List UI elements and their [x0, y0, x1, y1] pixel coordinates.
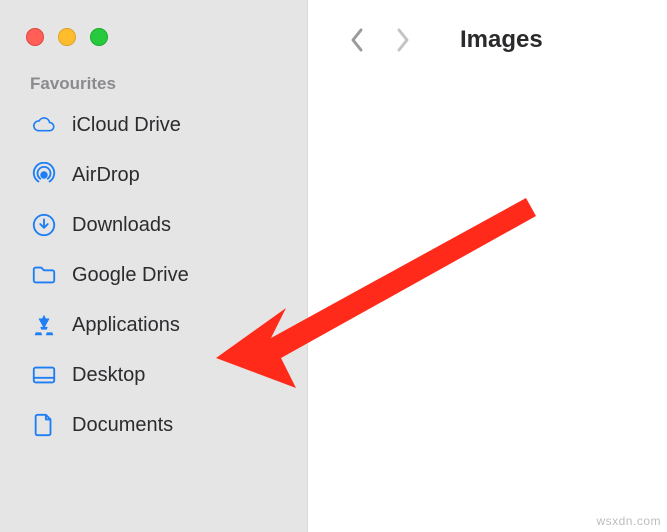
sidebar-item-downloads[interactable]: Downloads — [0, 200, 307, 250]
document-icon — [30, 411, 58, 439]
download-icon — [30, 211, 58, 239]
sidebar-item-icloud-drive[interactable]: iCloud Drive — [0, 100, 307, 150]
sidebar-item-desktop[interactable]: Desktop — [0, 350, 307, 400]
window-traffic-lights — [0, 20, 307, 46]
airdrop-icon — [30, 161, 58, 189]
sidebar-item-label: AirDrop — [72, 164, 140, 187]
content-area: Images — [308, 0, 667, 532]
sidebar-item-label: Downloads — [72, 214, 171, 237]
desktop-icon — [30, 361, 58, 389]
watermark: wsxdn.com — [596, 514, 661, 528]
sidebar: Favourites iCloud Drive AirDrop — [0, 0, 308, 532]
toolbar: Images — [308, 0, 667, 56]
sidebar-item-applications[interactable]: Applications — [0, 300, 307, 350]
appstore-icon — [30, 311, 58, 339]
nav-forward-button[interactable] — [392, 24, 414, 56]
sidebar-item-label: Applications — [72, 314, 180, 337]
sidebar-section-title: Favourites — [0, 74, 307, 100]
folder-icon — [30, 261, 58, 289]
cloud-icon — [30, 111, 58, 139]
sidebar-item-label: Documents — [72, 414, 173, 437]
minimize-window-button[interactable] — [58, 28, 76, 46]
nav-back-button[interactable] — [346, 24, 368, 56]
close-window-button[interactable] — [26, 28, 44, 46]
sidebar-item-documents[interactable]: Documents — [0, 400, 307, 450]
sidebar-item-label: iCloud Drive — [72, 114, 181, 137]
page-title: Images — [460, 26, 543, 54]
zoom-window-button[interactable] — [90, 28, 108, 46]
sidebar-item-label: Desktop — [72, 364, 145, 387]
sidebar-item-label: Google Drive — [72, 264, 189, 287]
finder-window: Favourites iCloud Drive AirDrop — [0, 0, 667, 532]
sidebar-item-google-drive[interactable]: Google Drive — [0, 250, 307, 300]
sidebar-item-airdrop[interactable]: AirDrop — [0, 150, 307, 200]
